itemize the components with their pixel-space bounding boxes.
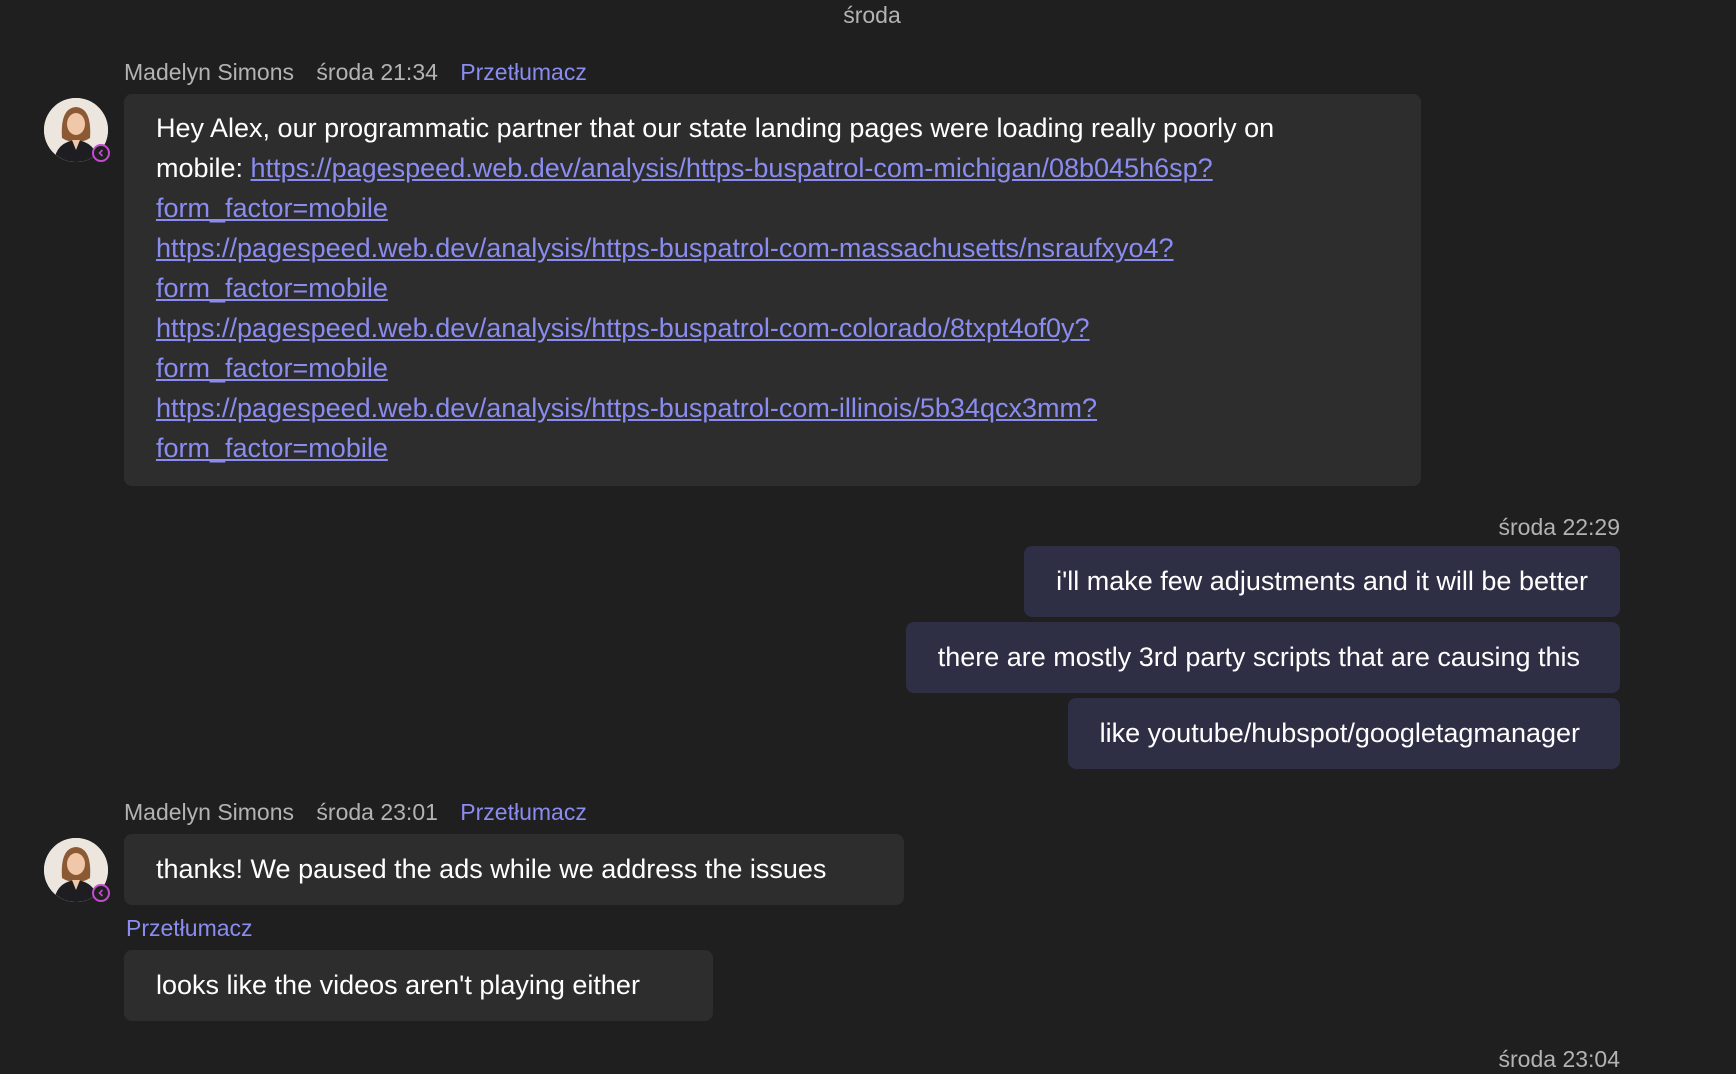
outgoing-message-bubble: i'll make few adjustments and it will be…: [1024, 546, 1620, 617]
link[interactable]: https://pagespeed.web.dev/analysis/https…: [156, 393, 1097, 423]
outgoing-message-bubble: like youtube/hubspot/googletagmanager: [1067, 698, 1620, 769]
message-time: środa 23:04: [1498, 1046, 1620, 1072]
message-header: Madelyn Simons środa 23:01 Przetłumacz: [124, 797, 587, 827]
day-divider: środa: [843, 2, 901, 28]
message-bubble: Hey Alex, our programmatic partner that …: [124, 94, 1421, 486]
message-text: thanks! We paused the ads while we addre…: [156, 854, 827, 884]
link[interactable]: form_factor=mobile: [156, 353, 388, 383]
link[interactable]: form_factor=mobile: [156, 193, 388, 223]
translate-link[interactable]: Przetłumacz: [460, 799, 587, 825]
translate-link[interactable]: Przetłumacz: [460, 59, 587, 85]
link[interactable]: https://pagespeed.web.dev/analysis/https…: [251, 153, 1213, 183]
sender-name: Madelyn Simons: [124, 799, 295, 825]
outgoing-message-bubble: there are mostly 3rd party scripts that …: [905, 622, 1620, 693]
status-icon: [92, 884, 110, 902]
message-bubble: looks like the videos aren't playing eit…: [124, 950, 713, 1021]
message-time: środa 22:29: [1498, 514, 1620, 540]
message-header: Madelyn Simons środa 21:34 Przetłumacz: [124, 57, 587, 87]
message-text: i'll make few adjustments and it will be…: [1056, 566, 1588, 596]
message-text: mobile:: [156, 153, 251, 183]
message-text: Hey Alex, our programmatic partner that …: [156, 113, 1275, 143]
avatar[interactable]: [44, 838, 110, 902]
link[interactable]: form_factor=mobile: [156, 433, 388, 463]
message-text: like youtube/hubspot/googletagmanager: [1099, 718, 1580, 748]
avatar[interactable]: [44, 98, 110, 162]
link[interactable]: https://pagespeed.web.dev/analysis/https…: [156, 233, 1174, 263]
status-icon: [92, 144, 110, 162]
message-time: środa 21:34: [316, 59, 438, 85]
translate-link[interactable]: Przetłumacz: [126, 913, 253, 943]
message-text: there are mostly 3rd party scripts that …: [937, 642, 1580, 672]
message-time: środa 23:01: [316, 799, 438, 825]
message-bubble: thanks! We paused the ads while we addre…: [124, 834, 904, 905]
link[interactable]: form_factor=mobile: [156, 273, 388, 303]
link[interactable]: https://pagespeed.web.dev/analysis/https…: [156, 313, 1090, 343]
sender-name: Madelyn Simons: [124, 59, 295, 85]
message-text: looks like the videos aren't playing eit…: [156, 970, 640, 1000]
